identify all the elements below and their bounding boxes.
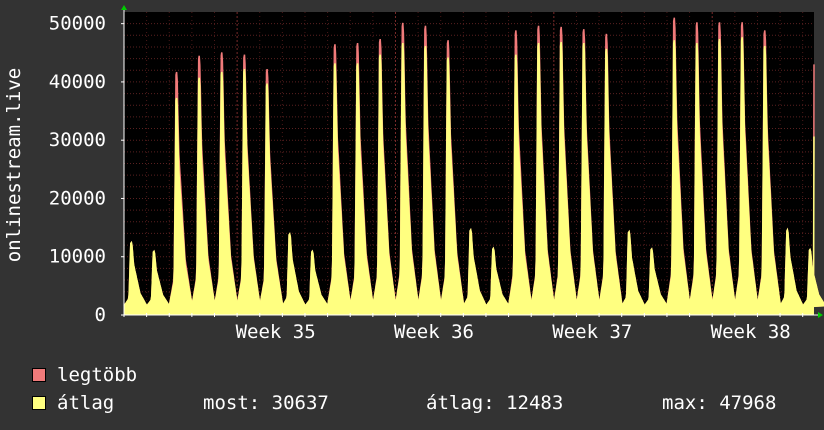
legend-swatch-atlag	[32, 396, 46, 410]
y-tick-label: 30000	[49, 129, 106, 151]
x-tick-label: Week 35	[236, 321, 316, 343]
stat-average: átlag: 12483	[426, 392, 564, 414]
y-tick-labels: 0 10000 20000 30000 40000 50000	[49, 13, 124, 326]
legend-swatch-legtobb	[32, 368, 46, 382]
y-tick-label: 40000	[49, 71, 106, 93]
legend-item-atlag: átlag	[32, 392, 114, 414]
x-axis-arrow	[818, 312, 823, 318]
legend-item-legtobb: legtöbb	[32, 364, 137, 386]
x-tick-labels: Week 35 Week 36 Week 37 Week 38	[236, 321, 791, 343]
x-tick-label: Week 37	[552, 321, 632, 343]
x-tick-label: Week 38	[711, 321, 791, 343]
y-tick-label: 20000	[49, 187, 106, 209]
y-tick-label: 10000	[49, 246, 106, 268]
y-axis-label: onlinestream.live	[3, 68, 25, 262]
stat-current: most: 30637	[203, 392, 329, 414]
legend-label-atlag: átlag	[57, 392, 115, 414]
y-tick-label: 50000	[49, 13, 106, 35]
y-axis-arrow	[121, 5, 127, 10]
x-tick-label: Week 36	[394, 321, 474, 343]
stat-max: max: 47968	[662, 392, 777, 414]
legend-label-legtobb: legtöbb	[57, 364, 138, 386]
y-tick-label: 0	[95, 304, 106, 326]
